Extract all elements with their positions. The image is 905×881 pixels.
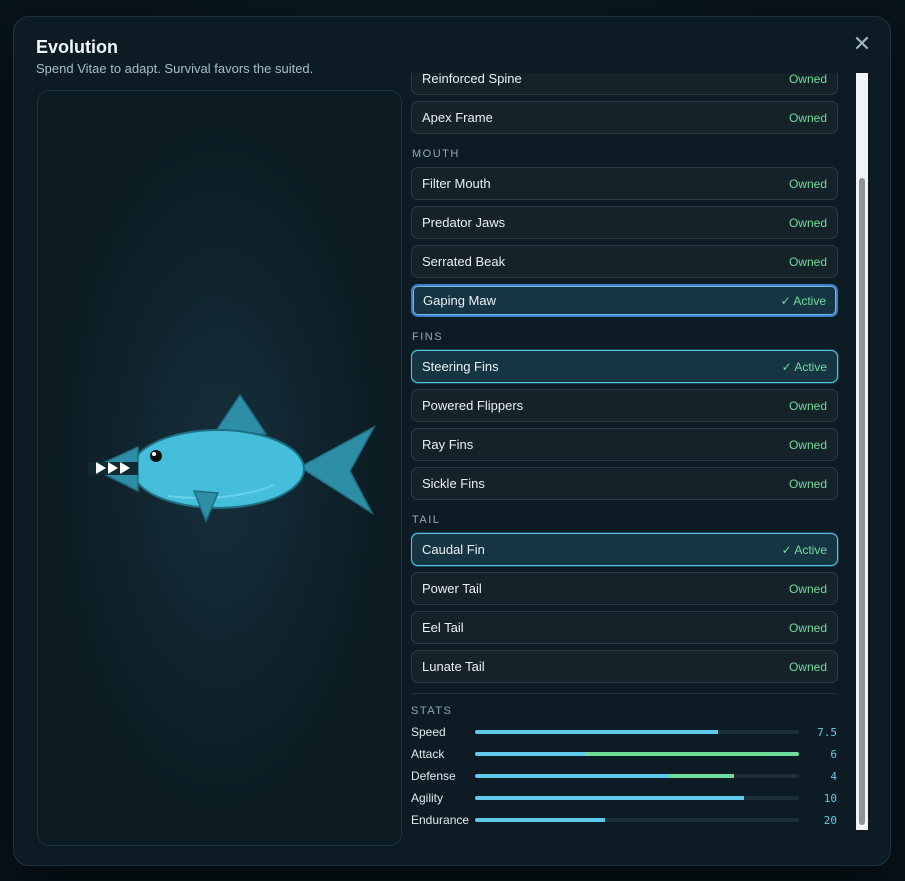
trait-name: Power Tail bbox=[422, 581, 482, 596]
trait-sickle-fins[interactable]: Sickle Fins Owned bbox=[411, 467, 838, 500]
stat-bar-base bbox=[475, 818, 605, 822]
stat-bar bbox=[475, 818, 799, 822]
trait-name: Caudal Fin bbox=[422, 542, 485, 557]
section-label-tail: TAIL bbox=[412, 514, 441, 526]
stat-bar bbox=[475, 730, 799, 734]
stat-name: Agility bbox=[411, 791, 444, 805]
trait-state: Owned bbox=[788, 398, 827, 413]
trait-filter-mouth[interactable]: Filter Mouth Owned bbox=[411, 167, 838, 200]
creature-eye bbox=[150, 450, 162, 462]
creature-svg bbox=[88, 393, 376, 523]
modal-title: Evolution bbox=[36, 37, 118, 57]
stats-label: STATS bbox=[411, 705, 453, 717]
trait-ray-fins[interactable]: Ray Fins Owned bbox=[411, 428, 838, 461]
stat-name: Defense bbox=[411, 769, 456, 783]
stat-bar-bonus bbox=[669, 774, 735, 778]
stat-bar-base bbox=[475, 752, 586, 756]
trait-state: Owned bbox=[788, 73, 827, 86]
trait-state: Owned bbox=[788, 437, 827, 452]
trait-state: ✓ Active bbox=[780, 293, 826, 308]
trait-state: Owned bbox=[788, 215, 827, 230]
creature-body bbox=[131, 429, 305, 509]
trait-lunate-tail[interactable]: Lunate Tail Owned bbox=[411, 650, 838, 683]
stat-row-attack: Attack 6 bbox=[411, 743, 838, 765]
trait-state: Owned bbox=[788, 110, 827, 125]
evolution-list-content: Reinforced Spine Owned Apex Frame Owned … bbox=[411, 73, 838, 830]
trait-steering-fins[interactable]: Steering Fins ✓ Active bbox=[411, 350, 838, 383]
stats-divider bbox=[411, 693, 838, 694]
stat-name: Speed bbox=[411, 725, 446, 739]
stat-row-speed: Speed 7.5 bbox=[411, 721, 838, 743]
trait-state: ✓ Active bbox=[781, 359, 827, 374]
trait-name: Lunate Tail bbox=[422, 659, 485, 674]
stat-bar-base bbox=[475, 796, 744, 800]
stat-bar bbox=[475, 752, 799, 756]
trait-state: Owned bbox=[788, 620, 827, 635]
stat-value: 6 bbox=[830, 747, 837, 761]
section-label-fins: FINS bbox=[412, 331, 444, 343]
trait-name: Ray Fins bbox=[422, 437, 474, 452]
trait-name: Steering Fins bbox=[422, 359, 499, 374]
trait-name: Filter Mouth bbox=[422, 176, 491, 191]
stat-name: Endurance bbox=[411, 813, 470, 827]
trait-name: Reinforced Spine bbox=[422, 73, 522, 86]
trait-name: Powered Flippers bbox=[422, 398, 524, 413]
list-scrollbar-thumb[interactable] bbox=[859, 178, 865, 825]
stat-value: 7.5 bbox=[817, 725, 837, 739]
trait-reinforced-spine[interactable]: Reinforced Spine Owned bbox=[411, 73, 838, 95]
stat-value: 4 bbox=[830, 769, 837, 783]
modal-subtitle: Spend Vitae to adapt. Survival favors th… bbox=[36, 61, 314, 76]
evolution-list[interactable]: Reinforced Spine Owned Apex Frame Owned … bbox=[411, 73, 848, 830]
trait-state: Owned bbox=[788, 254, 827, 269]
creature-preview bbox=[37, 90, 402, 846]
close-icon[interactable]: ✕ bbox=[850, 33, 874, 57]
stat-row-endurance: Endurance 20 bbox=[411, 809, 838, 830]
stat-bar-base bbox=[475, 730, 718, 734]
stat-bar-bonus bbox=[585, 752, 799, 756]
stats-panel: STATS Speed 7.5 Attack 6 Defense 4 Agility 10 En… bbox=[411, 693, 838, 830]
stat-name: Attack bbox=[411, 747, 445, 761]
stat-value: 20 bbox=[823, 813, 837, 827]
section-label-mouth: MOUTH bbox=[412, 148, 460, 160]
list-scrollbar[interactable] bbox=[856, 73, 868, 830]
trait-name: Sickle Fins bbox=[422, 476, 485, 491]
stat-bar bbox=[475, 774, 799, 778]
trait-name: Eel Tail bbox=[422, 620, 464, 635]
trait-serrated-beak[interactable]: Serrated Beak Owned bbox=[411, 245, 838, 278]
trait-gaping-maw[interactable]: Gaping Maw ✓ Active bbox=[411, 284, 838, 317]
trait-eel-tail[interactable]: Eel Tail Owned bbox=[411, 611, 838, 644]
trait-name: Apex Frame bbox=[422, 110, 493, 125]
trait-name: Predator Jaws bbox=[422, 215, 506, 230]
creature-dorsal-fin bbox=[212, 393, 268, 435]
trait-powered-flippers[interactable]: Powered Flippers Owned bbox=[411, 389, 838, 422]
trait-state: Owned bbox=[788, 581, 827, 596]
trait-state: ✓ Active bbox=[781, 542, 827, 557]
stat-bar bbox=[475, 796, 799, 800]
stat-row-agility: Agility 10 bbox=[411, 787, 838, 809]
trait-name: Gaping Maw bbox=[423, 293, 496, 308]
trait-predator-jaws[interactable]: Predator Jaws Owned bbox=[411, 206, 838, 239]
trait-caudal-fin[interactable]: Caudal Fin ✓ Active bbox=[411, 533, 838, 566]
trait-state: Owned bbox=[788, 476, 827, 491]
stat-value: 10 bbox=[823, 791, 837, 805]
trait-state: Owned bbox=[788, 176, 827, 191]
trait-name: Serrated Beak bbox=[422, 254, 506, 269]
trait-apex-frame[interactable]: Apex Frame Owned bbox=[411, 101, 838, 134]
stat-bar-base bbox=[475, 774, 670, 778]
trait-state: Owned bbox=[788, 659, 827, 674]
stat-row-defense: Defense 4 bbox=[411, 765, 838, 787]
creature-tail bbox=[298, 425, 376, 516]
trait-power-tail[interactable]: Power Tail Owned bbox=[411, 572, 838, 605]
